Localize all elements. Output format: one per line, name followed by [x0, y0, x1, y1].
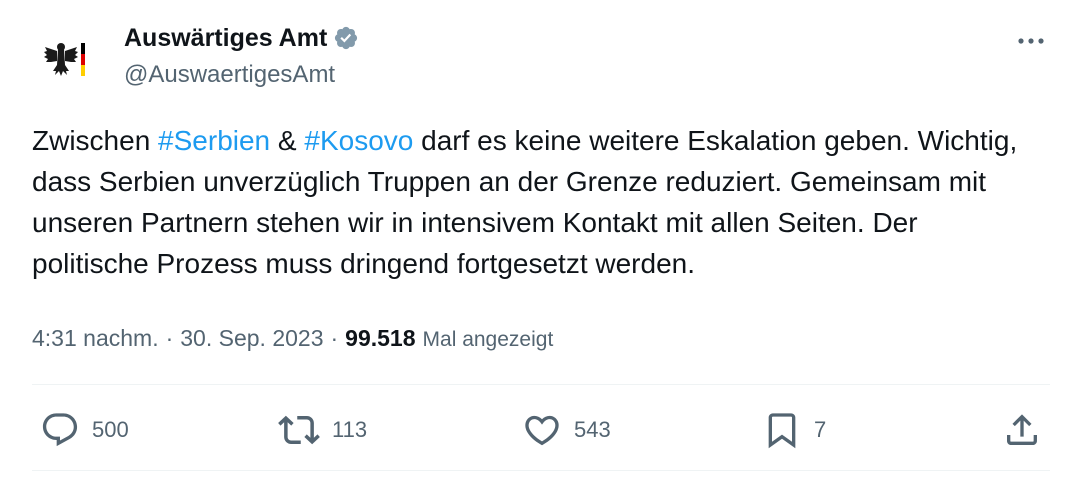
divider	[32, 384, 1050, 385]
retweet-button[interactable]: 113	[278, 408, 367, 452]
author-name-row: Auswärtiges Amt	[124, 22, 359, 54]
more-dots-icon	[1018, 38, 1044, 44]
tweet-time[interactable]: 4:31 nachm.	[32, 322, 159, 354]
text-segment: &	[270, 125, 305, 156]
retweet-icon	[278, 415, 320, 445]
author-display-name[interactable]: Auswärtiges Amt	[124, 22, 327, 54]
hashtag-serbien-link[interactable]: #Serbien	[158, 125, 270, 156]
avatar[interactable]	[34, 28, 98, 92]
views-label: Mal angezeigt	[422, 328, 554, 351]
bookmark-button[interactable]: 7	[762, 408, 826, 452]
reply-count: 500	[92, 417, 129, 442]
share-button[interactable]	[1002, 408, 1042, 452]
separator-dot: ·	[330, 325, 339, 351]
heart-icon	[525, 415, 559, 446]
reply-bubble-icon	[42, 413, 78, 447]
tweet-card: Auswärtiges Amt @AuswaertigesAmt Zwische…	[0, 0, 1082, 486]
views-count: 99.518	[345, 325, 416, 351]
text-segment: Zwischen	[32, 125, 159, 156]
like-button[interactable]: 543	[522, 408, 611, 452]
bookmark-count: 7	[814, 417, 827, 442]
share-upload-icon	[1007, 414, 1037, 445]
tweet-date[interactable]: 30. Sep. 2023	[180, 322, 323, 354]
hashtag-kosovo-link[interactable]: #Kosovo	[304, 125, 413, 156]
like-count: 543	[574, 417, 611, 442]
tweet-meta: 4:31 nachm. · 30. Sep. 2023 · 99.518 Mal…	[32, 322, 553, 356]
federal-eagle-flag-icon	[44, 43, 85, 76]
retweet-count: 113	[332, 417, 368, 442]
verified-badge-icon[interactable]	[333, 25, 359, 51]
reply-button[interactable]: 500	[40, 408, 129, 452]
tweet-text: Zwischen #Serbien & #Kosovo darf es kein…	[32, 120, 1042, 284]
divider	[32, 470, 1050, 471]
separator-dot: ·	[165, 325, 174, 351]
bookmark-icon	[768, 413, 796, 449]
author-handle[interactable]: @AuswaertigesAmt	[124, 60, 335, 90]
more-options-button[interactable]	[1014, 26, 1048, 56]
